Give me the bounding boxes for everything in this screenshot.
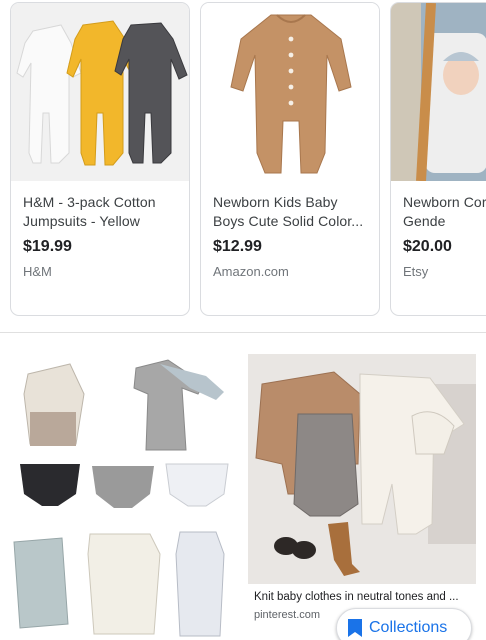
product-price: $12.99 (213, 238, 262, 255)
product-store: H&M (23, 264, 52, 279)
product-title: Newborn Kids Baby Boys Cute Solid Color.… (213, 194, 364, 229)
bookmark-icon (348, 619, 362, 637)
image-result[interactable] (248, 354, 476, 584)
collections-button[interactable]: Collections (336, 608, 472, 640)
shopping-carousel: H&M - 3-pack Cotton Jumpsuits - Yellow $… (0, 0, 486, 332)
product-price: $19.99 (23, 238, 72, 255)
image-result-thumbnail (255, 371, 476, 576)
product-store: Amazon.com (213, 264, 289, 279)
product-card[interactable]: H&M - 3-pack Cotton Jumpsuits - Yellow $… (10, 2, 190, 316)
product-image (11, 3, 189, 181)
product-title: Newborn Cor Outfit, Gende (403, 194, 486, 229)
collections-label: Collections (369, 619, 448, 636)
product-store: Etsy (403, 264, 429, 279)
section-divider (0, 332, 486, 333)
product-image (391, 3, 486, 181)
product-title: H&M - 3-pack Cotton Jumpsuits - Yellow (23, 194, 156, 229)
image-result-title: Knit baby clothes in neutral tones and .… (254, 591, 459, 603)
product-card[interactable]: Newborn Kids Baby Boys Cute Solid Color.… (200, 2, 380, 316)
product-image (201, 3, 379, 181)
image-result-thumbnail (13, 359, 229, 637)
product-price: $20.00 (403, 238, 452, 255)
image-result[interactable] (10, 354, 238, 640)
product-card[interactable]: Newborn Cor Outfit, Gende $20.00 Etsy (390, 2, 486, 316)
